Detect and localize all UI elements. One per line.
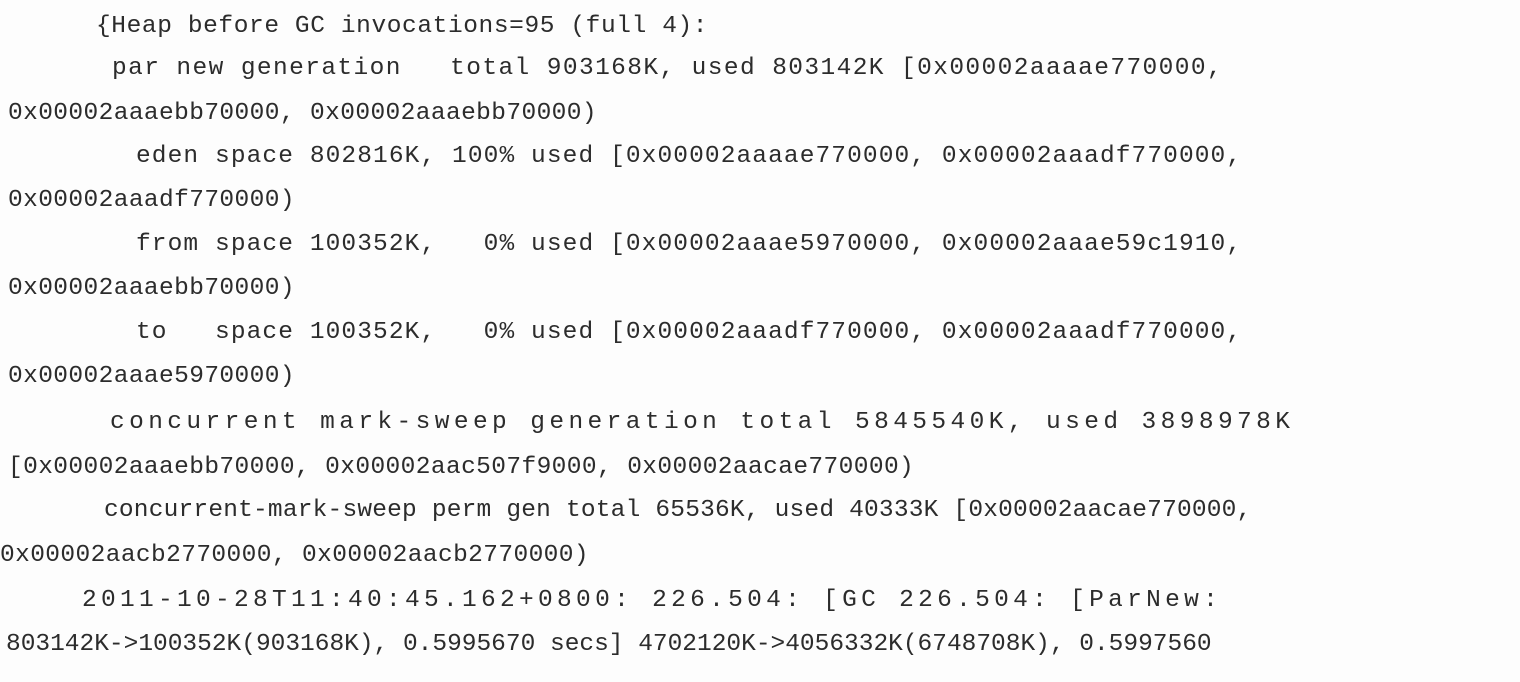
- log-line-eden-addresses: 0x00002aaadf770000): [8, 187, 295, 214]
- log-line-par-new-addresses: 0x00002aaaebb70000, 0x00002aaaebb70000): [8, 100, 597, 127]
- log-line-from-space: from space 100352K, 0% used [0x00002aaae…: [136, 231, 1243, 258]
- log-line-cms-generation: concurrent mark-sweep generation total 5…: [110, 409, 1295, 436]
- log-line-to-addresses: 0x00002aaae5970000): [8, 363, 295, 390]
- log-line-from-addresses: 0x00002aaaebb70000): [8, 275, 295, 302]
- log-line-to-space: to space 100352K, 0% used [0x00002aaadf7…: [136, 319, 1243, 346]
- gc-log-page: {Heap before GC invocations=95 (full 4):…: [0, 0, 1520, 682]
- log-line-gc-timestamp: 2011-10-28T11:40:45.162+0800: 226.504: […: [82, 587, 1223, 614]
- log-line-perm-gen-addresses: 0x00002aacb2770000, 0x00002aacb2770000): [0, 542, 589, 569]
- log-line-cms-perm-gen: concurrent-mark-sweep perm gen total 655…: [104, 497, 1252, 524]
- log-line-eden-space: eden space 802816K, 100% used [0x00002aa…: [136, 143, 1243, 170]
- log-line-cms-addresses: [0x00002aaaebb70000, 0x00002aac507f9000,…: [8, 454, 915, 481]
- log-line-par-new-generation: par new generation total 903168K, used 8…: [112, 55, 1224, 82]
- log-line-parnew-result: 803142K->100352K(903168K), 0.5995670 sec…: [6, 631, 1212, 658]
- log-line-heap-header: {Heap before GC invocations=95 (full 4):: [96, 13, 709, 40]
